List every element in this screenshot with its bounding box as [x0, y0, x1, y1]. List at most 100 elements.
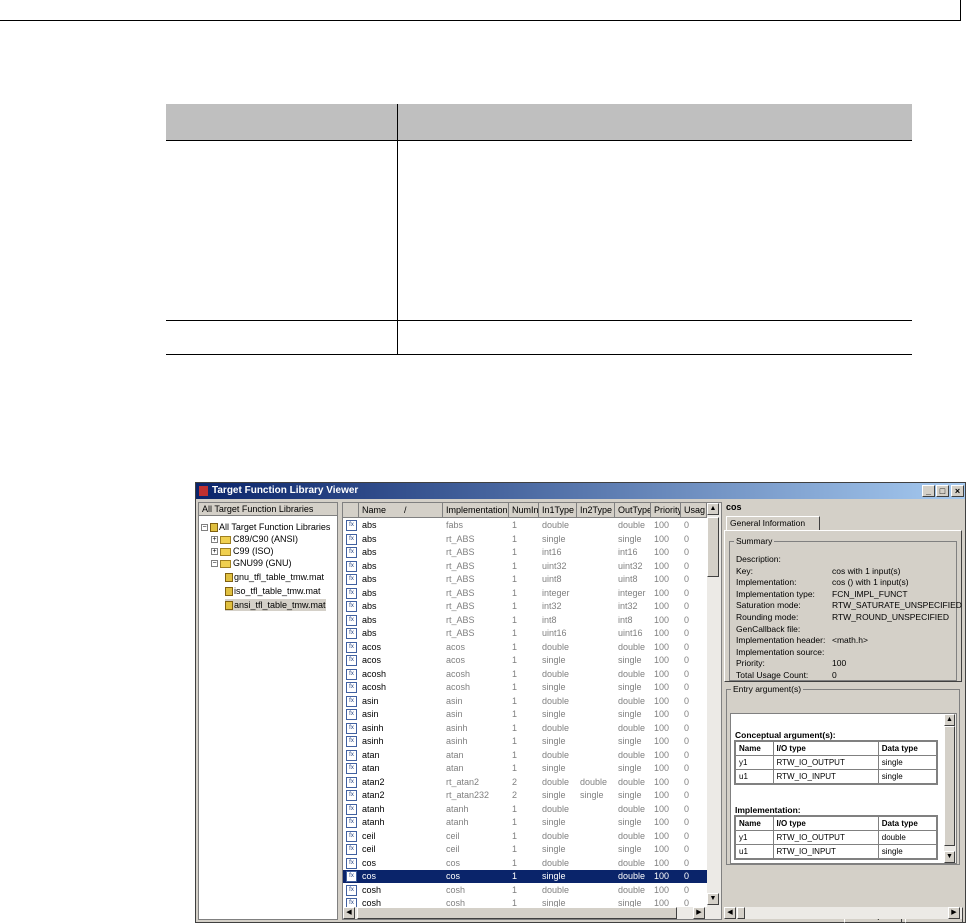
mat-file-icon — [225, 601, 233, 611]
table-row[interactable]: fx atanh atanh 1 single single 100 0 — [343, 816, 707, 829]
column-header-6[interactable]: Priority — [651, 503, 681, 518]
table-row[interactable]: fx asinh asinh 1 single single 100 0 — [343, 735, 707, 748]
table-row[interactable]: fx abs rt_ABS 1 integer integer 100 0 — [343, 587, 707, 600]
details-scroll-right-icon[interactable]: ▶ — [948, 907, 960, 919]
table-row[interactable]: fx atan atan 1 single single 100 0 — [343, 762, 707, 775]
column-header-5[interactable]: OutType — [615, 503, 651, 518]
vertical-scrollbar[interactable]: ▲ ▼ — [707, 503, 721, 907]
horizontal-scrollbar[interactable]: ◀ ▶ — [343, 907, 721, 919]
table-cell: atan — [446, 749, 464, 760]
minimize-button[interactable]: _ — [922, 485, 935, 497]
maximize-button[interactable]: □ — [936, 485, 949, 497]
table-row[interactable]: fx abs rt_ABS 1 int16 int16 100 0 — [343, 546, 707, 559]
table-cell: double — [618, 668, 646, 679]
table-row[interactable]: fx atan2 rt_atan232 2 single single single 100 0 — [343, 789, 707, 802]
table-cell: 100 — [654, 628, 670, 638]
summary-key: Implementation type: — [736, 588, 815, 599]
scroll-up-arrow-icon[interactable]: ▲ — [707, 503, 719, 515]
table-cell: double — [542, 857, 570, 868]
tree-node[interactable]: − GNU99 (GNU) — [211, 557, 292, 569]
details-scroll-left-icon[interactable]: ◀ — [724, 907, 736, 919]
table-cell: 100 — [654, 587, 670, 598]
table-row[interactable]: fx acosh acosh 1 double double 100 0 — [343, 668, 707, 681]
entry-scroll-down-icon[interactable]: ▼ — [944, 851, 955, 863]
table-row[interactable]: fx abs rt_ABS 1 int8 int8 100 0 — [343, 614, 707, 627]
function-icon: fx — [346, 709, 357, 720]
column-header-2[interactable]: NumIn — [509, 503, 539, 518]
expand-toggle-icon[interactable]: − — [211, 560, 218, 568]
table-cell: uint8 — [542, 574, 562, 584]
scroll-left-arrow-icon[interactable]: ◀ — [343, 907, 355, 919]
table-cell: uint16 — [542, 628, 567, 638]
table-row[interactable]: fx abs rt_ABS 1 int32 int32 100 0 — [343, 600, 707, 613]
expand-toggle-icon[interactable]: + — [211, 548, 218, 556]
table-row[interactable]: fx cos cos 1 single double 100 0 — [343, 870, 707, 883]
table-row[interactable]: fx abs rt_ABS 1 uint16 uint16 100 0 — [343, 627, 707, 640]
table-cell: 1 — [512, 628, 518, 638]
mat-file-icon — [225, 587, 233, 597]
tree-node-label: ansi_tfl_table_tmw.mat — [234, 600, 326, 610]
tree-node[interactable]: ansi_tfl_table_tmw.mat — [225, 599, 326, 611]
summary-key: Implementation: — [736, 577, 797, 588]
table-row[interactable]: fx cosh cosh 1 double double 100 0 — [343, 884, 707, 897]
table-cell: integer — [542, 587, 570, 598]
tree-node[interactable]: + C99 (ISO) — [211, 545, 274, 557]
summary-key: Total Usage Count: — [736, 670, 809, 680]
table-row[interactable]: fx abs fabs 1 double double 100 0 — [343, 519, 707, 532]
table-row[interactable]: fx ceil ceil 1 double double 100 0 — [343, 830, 707, 843]
scroll-right-arrow-icon[interactable]: ▶ — [693, 907, 705, 919]
table-row[interactable]: fx acos acos 1 single single 100 0 — [343, 654, 707, 667]
scroll-thumb[interactable] — [707, 517, 719, 577]
table-row[interactable]: fx ceil ceil 1 single single 100 0 — [343, 843, 707, 856]
page-rule-vertical — [960, 0, 961, 21]
table-row[interactable]: fx acosh acosh 1 single single 100 0 — [343, 681, 707, 694]
table-row[interactable]: fx asin asin 1 double double 100 0 — [343, 695, 707, 708]
title-bar[interactable]: Target Function Library Viewer — [196, 483, 965, 499]
tab-general-information[interactable]: General Information — [726, 516, 820, 530]
details-pane: cos General Information Summary Descript… — [724, 502, 964, 923]
sort-indicator-icon: / — [404, 505, 407, 515]
entry-scroll-thumb[interactable] — [944, 726, 955, 846]
tree-node[interactable]: + C89/C90 (ANSI) — [211, 533, 298, 545]
table-row[interactable]: fx atan2 rt_atan2 2 double double double 100 0 — [343, 776, 707, 789]
table-cell: abs — [362, 547, 377, 557]
tree-node[interactable]: gnu_tfl_table_tmw.mat — [225, 571, 324, 583]
table-cell: 0 — [684, 776, 690, 787]
entry-scroll-up-icon[interactable]: ▲ — [944, 714, 955, 726]
table-cell: 0 — [684, 614, 690, 625]
table-row[interactable]: fx abs rt_ABS 1 uint32 uint32 100 0 — [343, 560, 707, 573]
expand-toggle-icon[interactable]: + — [211, 536, 218, 544]
entry-scrollbar[interactable]: ▲ ▼ — [944, 714, 956, 863]
function-icon: fx — [346, 857, 357, 869]
expand-toggle-icon[interactable]: − — [201, 524, 208, 532]
details-hscroll-thumb[interactable] — [737, 907, 745, 919]
table-row[interactable]: fx abs rt_ABS 1 single single 100 0 — [343, 533, 707, 546]
arg-cell: double — [877, 830, 938, 845]
table-row[interactable]: fx acos acos 1 double double 100 0 — [343, 641, 707, 654]
hscroll-thumb[interactable] — [357, 907, 677, 919]
icon-column-header[interactable] — [343, 503, 359, 518]
table-row[interactable]: fx atanh atanh 1 double double 100 0 — [343, 803, 707, 816]
column-header-3[interactable]: In1Type — [539, 503, 577, 518]
scroll-down-arrow-icon[interactable]: ▼ — [707, 893, 719, 905]
table-cell: double — [618, 776, 646, 787]
close-window-button[interactable]: × — [951, 485, 964, 497]
table-row[interactable]: fx cos cos 1 double double 100 0 — [343, 857, 707, 870]
table-cell: int32 — [542, 601, 562, 611]
table-cell: double — [542, 776, 570, 787]
tree-node[interactable]: iso_tfl_table_tmw.mat — [225, 585, 321, 597]
column-header-4[interactable]: In2Type — [577, 503, 615, 518]
column-header-0[interactable]: Name / — [359, 503, 443, 518]
table-row[interactable]: fx abs rt_ABS 1 uint8 uint8 100 0 — [343, 573, 707, 586]
table-row[interactable]: fx atan atan 1 double double 100 0 — [343, 749, 707, 762]
tree-node-label: iso_tfl_table_tmw.mat — [234, 586, 321, 596]
table-cell: 0 — [684, 736, 690, 746]
table-cell: 0 — [684, 682, 690, 692]
table-row[interactable]: fx asin asin 1 single single 100 0 — [343, 708, 707, 721]
tree-node[interactable]: − All Target Function Libraries — [201, 521, 330, 533]
column-header-1[interactable]: Implementation — [443, 503, 509, 518]
function-icon: fx — [346, 547, 357, 558]
column-header-7[interactable]: Usag — [681, 503, 707, 518]
table-row[interactable]: fx asinh asinh 1 double double 100 0 — [343, 722, 707, 735]
details-hscrollbar[interactable]: ◀ ▶ — [724, 907, 962, 919]
